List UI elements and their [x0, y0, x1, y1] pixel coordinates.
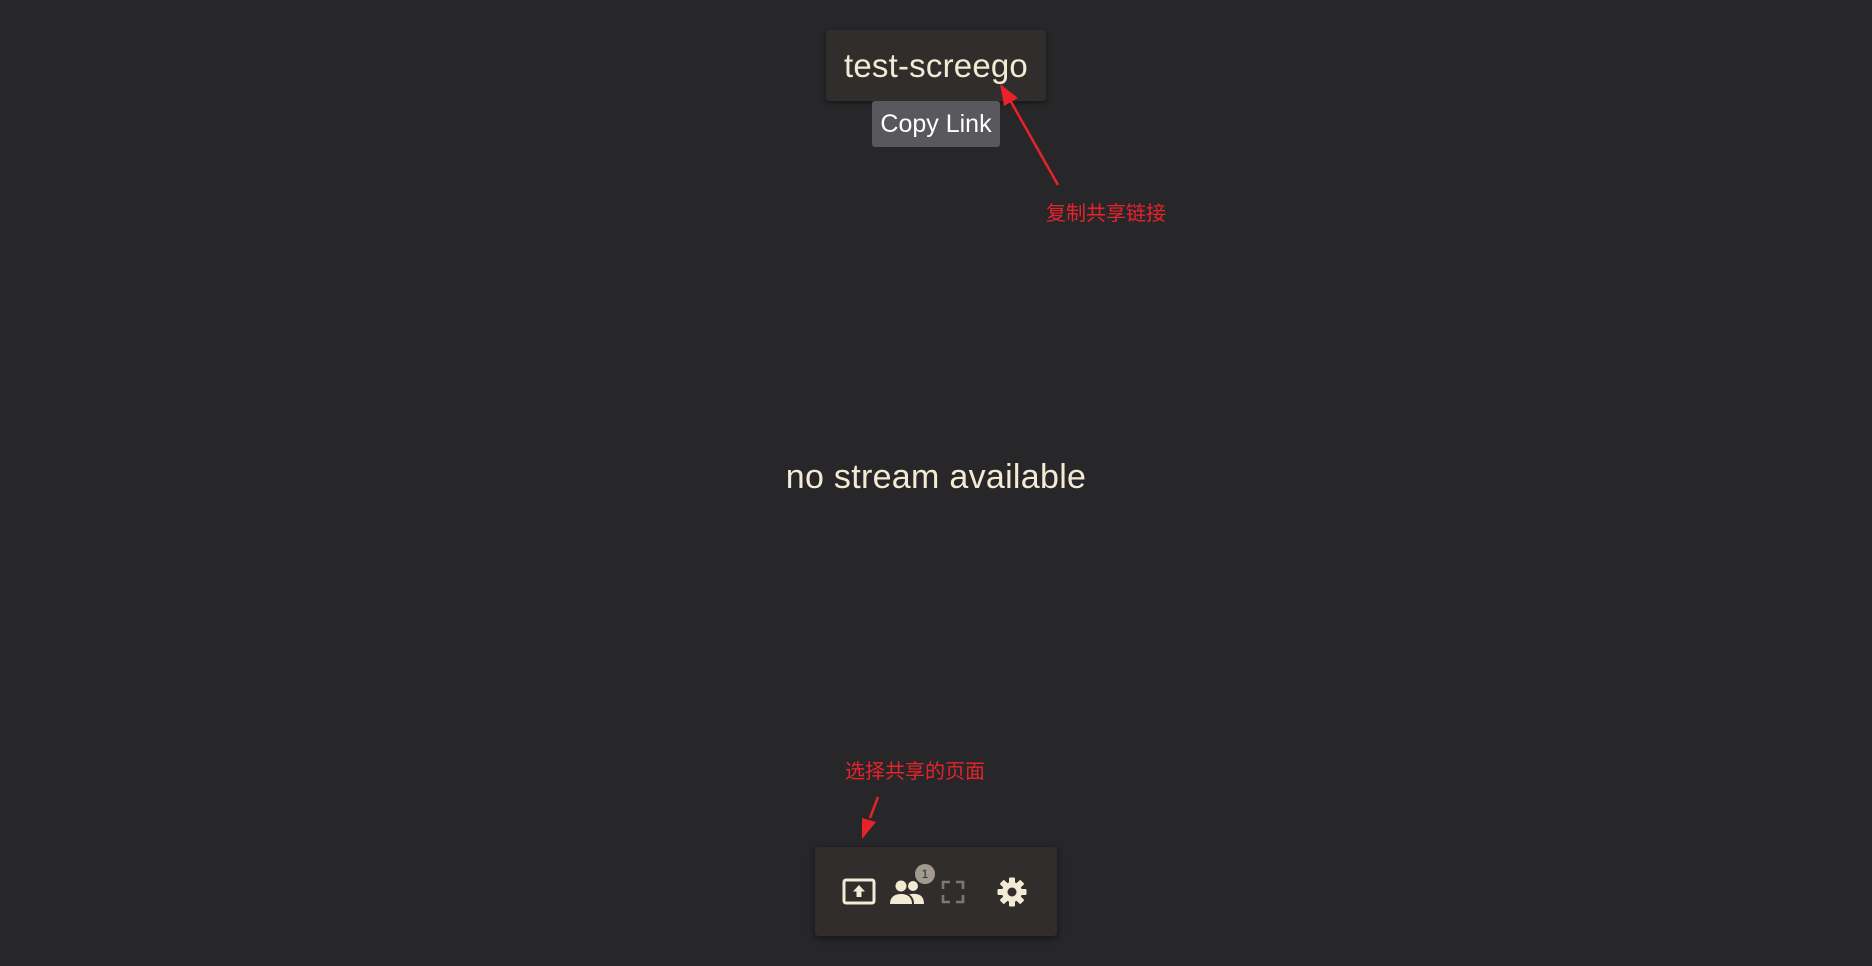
share-screen-button[interactable] [839, 872, 879, 912]
screen-share-icon [842, 878, 876, 905]
no-stream-message: no stream available [785, 458, 1087, 496]
copy-link-annotation: 复制共享链接 [1046, 201, 1166, 225]
select-page-annotation: 选择共享的页面 [845, 759, 985, 783]
fullscreen-icon [941, 880, 965, 904]
fullscreen-button[interactable] [933, 872, 973, 912]
users-count-badge: 1 [915, 864, 935, 884]
bottom-toolbar: 1 [815, 847, 1057, 936]
settings-button[interactable] [992, 872, 1032, 912]
settings-gear-icon [997, 877, 1027, 907]
copy-link-button[interactable]: Copy Link [872, 101, 1000, 147]
screego-room-page: test-screego Copy Link no stream availab… [0, 0, 1872, 966]
select-page-arrow [862, 796, 880, 839]
room-name: test-screego [844, 46, 1028, 84]
room-title-box: test-screego [826, 30, 1046, 101]
